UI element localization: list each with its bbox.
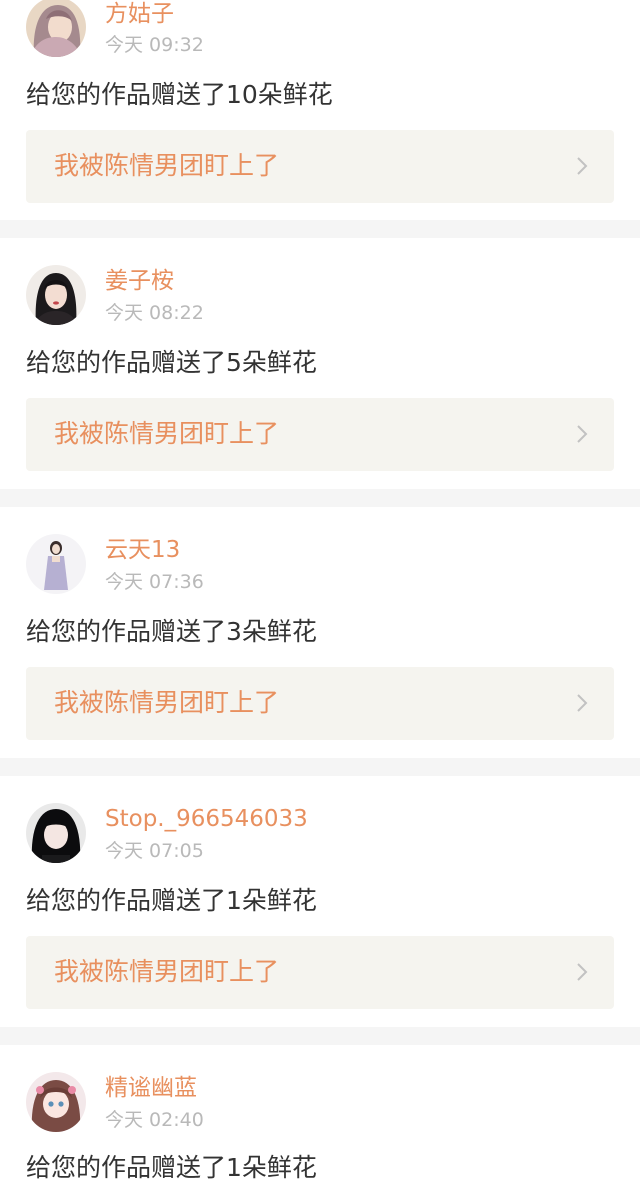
notification-item: 姜子桉 今天 08:22 给您的作品赠送了5朵鲜花 我被陈情男团盯上了: [0, 238, 640, 489]
work-title: 我被陈情男团盯上了: [54, 957, 280, 986]
work-link-card[interactable]: 我被陈情男团盯上了: [26, 130, 614, 203]
avatar[interactable]: [26, 0, 86, 57]
notification-item: 云天13 今天 07:36 给您的作品赠送了3朵鲜花 我被陈情男团盯上了: [0, 507, 640, 758]
timestamp: 今天 09:32: [105, 34, 204, 56]
work-title: 我被陈情男团盯上了: [54, 151, 280, 180]
username-link[interactable]: 姜子桉: [105, 267, 174, 295]
username-link[interactable]: 云天13: [105, 536, 180, 564]
work-link-card[interactable]: 我被陈情男团盯上了: [26, 667, 614, 740]
work-link-card[interactable]: 我被陈情男团盯上了: [26, 936, 614, 1009]
chevron-right-icon: [576, 424, 588, 444]
gift-message: 给您的作品赠送了3朵鲜花: [26, 617, 317, 646]
username-link[interactable]: 精谧幽蓝: [105, 1074, 197, 1102]
notification-item: Stop._966546033 今天 07:05 给您的作品赠送了1朵鲜花 我被…: [0, 776, 640, 1027]
avatar-full-body-icon: [26, 534, 86, 594]
chevron-right-icon: [576, 156, 588, 176]
gift-message: 给您的作品赠送了1朵鲜花: [26, 1153, 317, 1182]
avatar-anime-girl-icon: [26, 1072, 86, 1132]
gift-message: 给您的作品赠送了5朵鲜花: [26, 348, 317, 377]
avatar-long-hair-icon: [26, 0, 86, 57]
avatar-dark-hair-icon: [26, 265, 86, 325]
timestamp: 今天 07:05: [105, 840, 204, 862]
gift-message: 给您的作品赠送了1朵鲜花: [26, 886, 317, 915]
notification-item: 方姑子 今天 09:32 给您的作品赠送了10朵鲜花 我被陈情男团盯上了: [0, 0, 640, 220]
avatar[interactable]: [26, 265, 86, 325]
chevron-right-icon: [576, 962, 588, 982]
avatar-black-hair-icon: [26, 803, 86, 863]
gift-message: 给您的作品赠送了10朵鲜花: [26, 80, 333, 109]
avatar[interactable]: [26, 1072, 86, 1132]
username-link[interactable]: 方姑子: [105, 0, 174, 28]
notification-item: 精谧幽蓝 今天 02:40 给您的作品赠送了1朵鲜花: [0, 1045, 640, 1186]
work-link-card[interactable]: 我被陈情男团盯上了: [26, 398, 614, 471]
timestamp: 今天 08:22: [105, 302, 204, 324]
avatar[interactable]: [26, 803, 86, 863]
chevron-right-icon: [576, 693, 588, 713]
work-title: 我被陈情男团盯上了: [54, 419, 280, 448]
timestamp: 今天 02:40: [105, 1109, 204, 1131]
username-link[interactable]: Stop._966546033: [105, 805, 308, 833]
avatar[interactable]: [26, 534, 86, 594]
timestamp: 今天 07:36: [105, 571, 204, 593]
work-title: 我被陈情男团盯上了: [54, 688, 280, 717]
